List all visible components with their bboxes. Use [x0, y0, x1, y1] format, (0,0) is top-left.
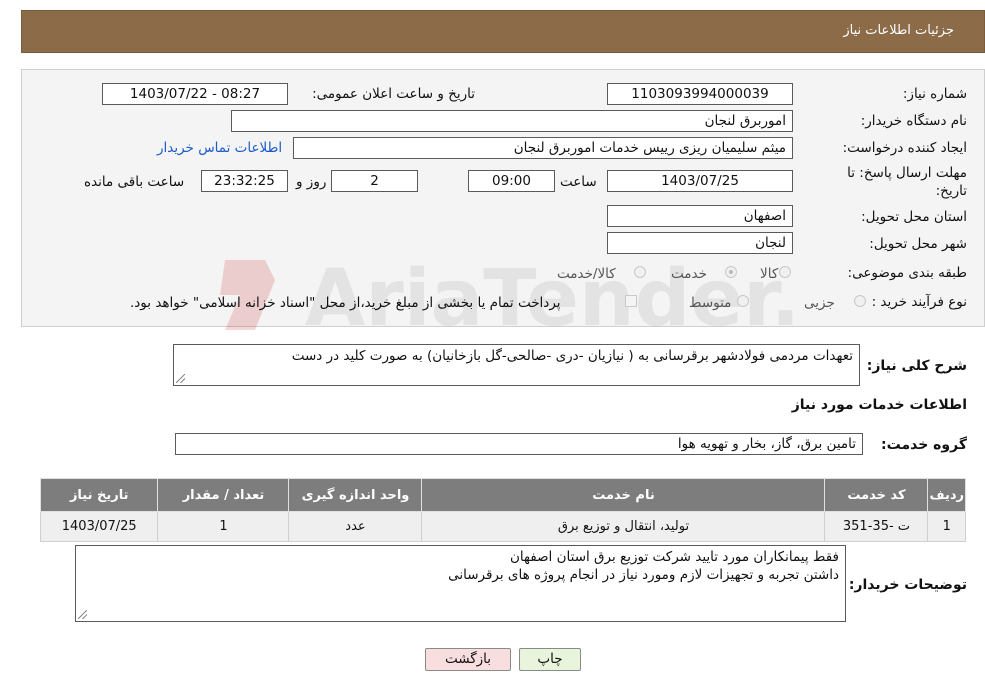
buyer-contact-link[interactable]: اطلاعات تماس خریدار — [157, 140, 282, 156]
requester-label: ایجاد کننده درخواست: — [842, 140, 967, 156]
deadline-time-label: ساعت — [560, 174, 597, 190]
deadline-label-line2: تاریخ: — [935, 183, 967, 199]
col-header-need-date: تاریخ نیاز — [39, 478, 159, 512]
resize-grip-icon[interactable] — [176, 374, 185, 383]
buyer-notes-line-1: فقط پیمانکاران مورد تایید شرکت توزیع برق… — [510, 549, 839, 565]
requester-field: میثم سلیمیان ریزی رییس خدمات اموربرق لنج… — [293, 137, 793, 159]
purchase-type-label: نوع فرآیند خرید : — [871, 294, 967, 310]
treasury-payment-note: پرداخت تمام یا بخشی از مبلغ خرید،از محل … — [130, 295, 561, 311]
services-section-title: اطلاعات خدمات مورد نیاز — [791, 397, 967, 413]
col-header-row-num: ردیف — [927, 478, 966, 512]
category-radio-service[interactable] — [725, 266, 737, 278]
cell-quantity: 1 — [157, 511, 290, 542]
purchase-option-medium: متوسط — [689, 295, 732, 311]
summary-label: شرح کلی نیاز: — [866, 358, 967, 374]
deadline-date-field: 1403/07/25 — [607, 170, 793, 192]
category-option-goods-service: کالا/خدمت — [557, 266, 616, 282]
days-remaining-field: 2 — [331, 170, 418, 192]
need-info-panel — [21, 69, 985, 327]
province-label: استان محل تحویل: — [861, 209, 967, 225]
buyer-org-label: نام دستگاه خریدار: — [860, 113, 967, 129]
buyer-notes-textarea[interactable]: فقط پیمانکاران مورد تایید شرکت توزیع برق… — [75, 545, 846, 622]
col-header-quantity: تعداد / مقدار — [157, 478, 290, 512]
buyer-notes-line-2: داشتن تجربه و تجهیزات لازم ومورد نیاز در… — [448, 567, 839, 583]
back-button[interactable]: بازگشت — [425, 648, 511, 671]
cell-service-code: ت -35-351 — [824, 511, 929, 542]
resize-grip-icon[interactable] — [78, 610, 87, 619]
purchase-radio-minor[interactable] — [854, 295, 866, 307]
days-label: روز و — [296, 174, 327, 190]
announce-datetime-label: تاریخ و ساعت اعلان عمومی: — [312, 86, 475, 102]
category-option-service: خدمت — [671, 266, 707, 282]
treasury-payment-checkbox[interactable] — [625, 295, 637, 307]
category-radio-goods-service[interactable] — [634, 266, 646, 278]
purchase-radio-medium[interactable] — [737, 295, 749, 307]
category-label: طبقه بندی موضوعی: — [847, 265, 967, 281]
table-row: 1 ت -35-351 تولید، انتقال و توزیع برق عد… — [39, 511, 966, 542]
need-number-label: شماره نیاز: — [902, 86, 967, 102]
service-group-label: گروه خدمت: — [881, 437, 967, 453]
need-number-field: 1103093994000039 — [607, 83, 793, 105]
purchase-option-minor: جزیی — [804, 295, 835, 311]
deadline-label-line1: مهلت ارسال پاسخ: تا — [847, 165, 967, 181]
category-option-goods: کالا — [760, 266, 779, 282]
time-remaining-field: 23:32:25 — [201, 170, 288, 192]
page-header: جزئیات اطلاعات نیاز — [21, 10, 985, 53]
city-label: شهر محل تحویل: — [869, 236, 967, 252]
summary-textarea[interactable]: تعهدات مردمی فولادشهر برقرسانی به ( نیاز… — [173, 344, 860, 386]
deadline-time-field: 09:00 — [468, 170, 555, 192]
col-header-unit: واحد اندازه گیری — [288, 478, 423, 512]
table-header-row: ردیف کد خدمت نام خدمت واحد اندازه گیری ت… — [39, 478, 966, 512]
time-remaining-label: ساعت باقی مانده — [84, 174, 185, 190]
summary-text: تعهدات مردمی فولادشهر برقرسانی به ( نیاز… — [291, 348, 853, 364]
page-title: جزئیات اطلاعات نیاز — [843, 23, 954, 38]
print-button[interactable]: چاپ — [519, 648, 581, 671]
cell-need-date: 1403/07/25 — [39, 511, 159, 542]
cell-row-num: 1 — [927, 511, 966, 542]
announce-datetime-field: 1403/07/22 - 08:27 — [102, 83, 288, 105]
cell-service-name: تولید، انتقال و توزیع برق — [421, 511, 826, 542]
province-field: اصفهان — [607, 205, 793, 227]
col-header-service-name: نام خدمت — [421, 478, 826, 512]
col-header-service-code: کد خدمت — [824, 478, 929, 512]
city-field: لنجان — [607, 232, 793, 254]
service-group-field: تامین برق، گاز، بخار و تهویه هوا — [175, 433, 863, 455]
cell-unit: عدد — [288, 511, 423, 542]
services-table: ردیف کد خدمت نام خدمت واحد اندازه گیری ت… — [39, 478, 966, 542]
buyer-org-field: اموربرق لنجان — [231, 110, 793, 132]
buyer-notes-label: توضیحات خریدار: — [848, 577, 967, 593]
category-radio-goods[interactable] — [779, 266, 791, 278]
